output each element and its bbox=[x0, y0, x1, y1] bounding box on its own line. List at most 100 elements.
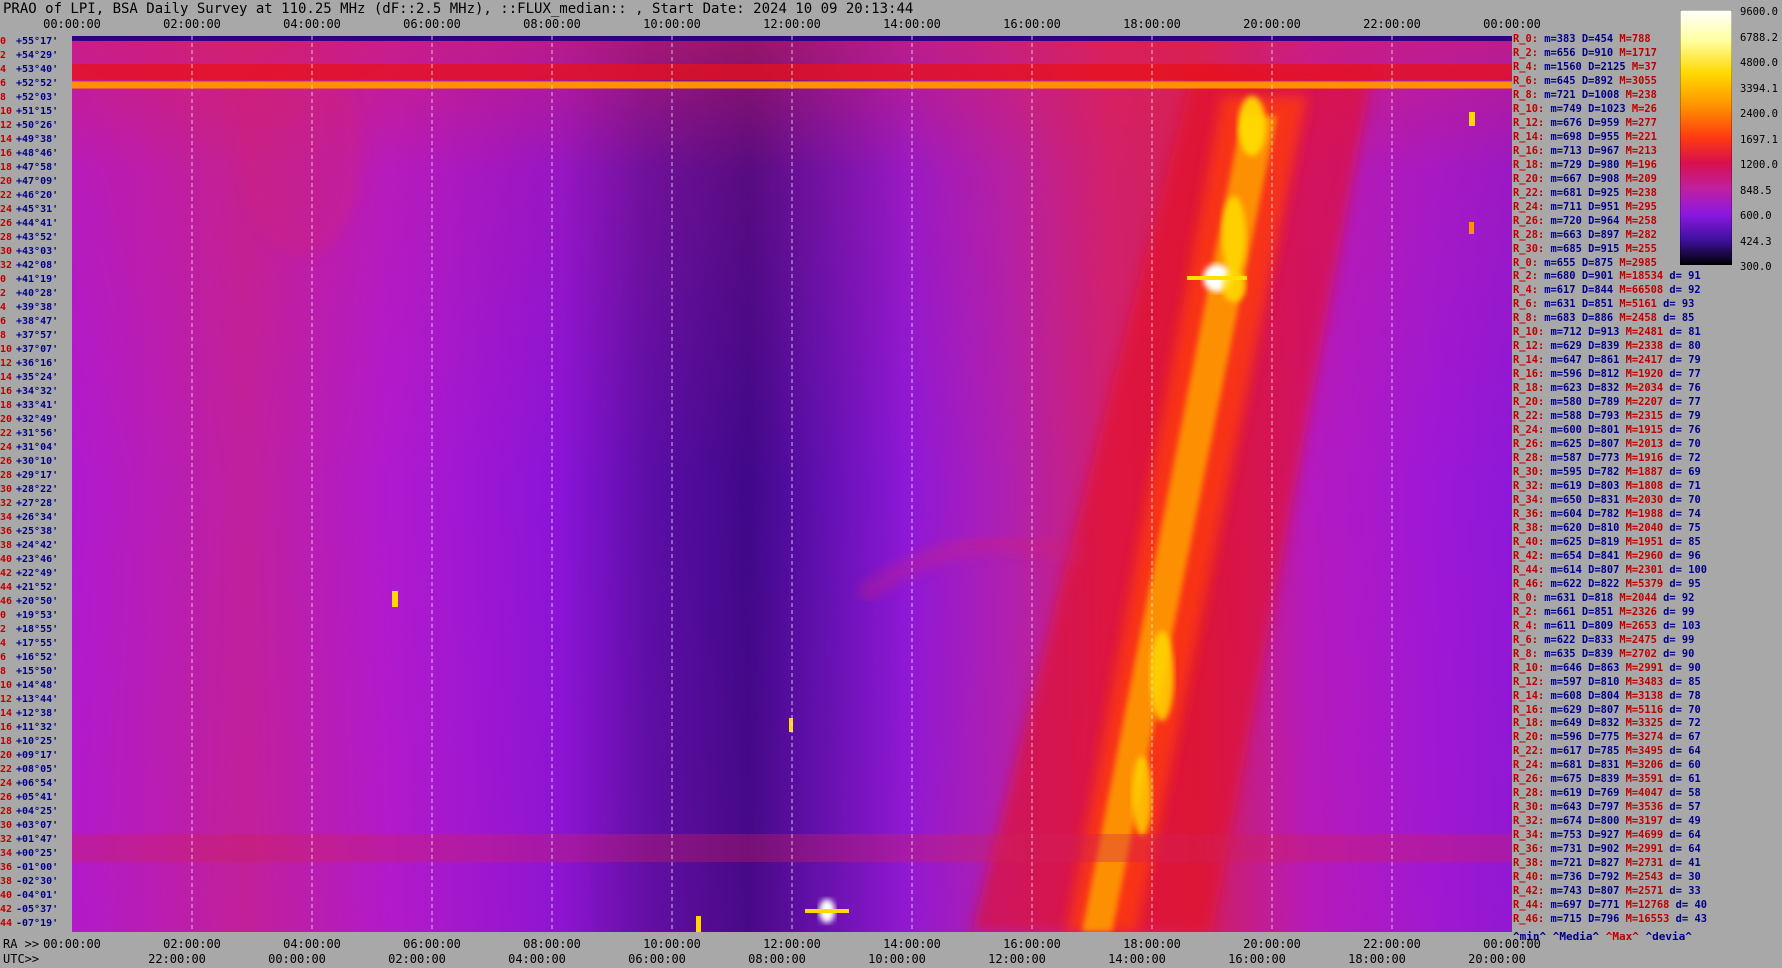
declination-label: +32°49' bbox=[16, 413, 59, 425]
y-tick-label: 36 +25°38' bbox=[0, 526, 72, 537]
row-stat-m: m=676 D=959 bbox=[1550, 116, 1626, 129]
row-stat-m: m=681 D=925 bbox=[1550, 186, 1626, 199]
row-number: 8 bbox=[0, 665, 7, 677]
row-stat-r: R_36: bbox=[1513, 843, 1551, 856]
row-stat-r: R_46: bbox=[1513, 577, 1551, 590]
row-stat-m: m=681 D=831 bbox=[1550, 759, 1626, 772]
x-top-tick-label: 00:00:00 bbox=[1483, 17, 1541, 31]
declination-label: -01°00' bbox=[16, 861, 59, 873]
row-stat-x: M=4699 bbox=[1625, 829, 1670, 842]
row-stat-m: m=622 D=833 bbox=[1544, 633, 1620, 646]
row-stat-x: M=1920 bbox=[1625, 368, 1670, 381]
row-stat-m: m=631 D=851 bbox=[1544, 298, 1620, 311]
declination-label: +46°20' bbox=[16, 189, 59, 201]
declination-label: +04°25' bbox=[16, 805, 59, 817]
row-stat-x: M=213 bbox=[1625, 144, 1657, 157]
row-stat-dev: d= 67 bbox=[1669, 731, 1701, 744]
row-number: 16 bbox=[0, 721, 13, 733]
y-tick-label: 44 +21°52' bbox=[0, 582, 72, 593]
x-bottom-utc-tick-label: 06:00:00 bbox=[628, 952, 686, 966]
y-tick-label: 26 +30°10' bbox=[0, 456, 72, 467]
y-tick-label: 24 +45°31' bbox=[0, 204, 72, 215]
declination-label: +47°58' bbox=[16, 161, 59, 173]
row-stat-x: M=2731 bbox=[1625, 857, 1670, 870]
y-tick-label: 28 +43°52' bbox=[0, 232, 72, 243]
row-stat: R_6: m=622 D=833 M=2475 d= 99 bbox=[1513, 633, 1743, 647]
row-stat-r: R_8: bbox=[1513, 88, 1545, 101]
x-bottom-utc-tick-label: 18:00:00 bbox=[1348, 952, 1406, 966]
declination-label: +42°08' bbox=[16, 259, 59, 271]
row-stat-r: R_24: bbox=[1513, 759, 1551, 772]
row-stat-m: m=656 D=910 bbox=[1544, 46, 1620, 59]
y-tick-label: 34 +00°25' bbox=[0, 848, 72, 859]
declination-label: +19°53' bbox=[16, 609, 59, 621]
row-stat: R_46: m=622 D=822 M=5379 d= 95 bbox=[1513, 577, 1743, 591]
y-tick-label: 8 +15°50' bbox=[0, 666, 72, 677]
row-stat-m: m=753 D=927 bbox=[1550, 829, 1626, 842]
row-stat-dev: d= 64 bbox=[1669, 745, 1701, 758]
y-tick-label: 28 +04°25' bbox=[0, 806, 72, 817]
row-stat-m: m=713 D=967 bbox=[1550, 144, 1626, 157]
row-stat-x: M=1717 bbox=[1619, 46, 1657, 59]
row-number: 8 bbox=[0, 91, 7, 103]
row-stat-x: M=3483 bbox=[1625, 675, 1670, 688]
row-stat-x: M=238 bbox=[1625, 186, 1657, 199]
y-tick-label: 28 +29°17' bbox=[0, 470, 72, 481]
row-stat-m: m=587 D=773 bbox=[1550, 452, 1626, 465]
row-stat-r: R_22: bbox=[1513, 410, 1551, 423]
source-spot bbox=[696, 916, 701, 932]
row-stat-r: R_14: bbox=[1513, 130, 1551, 143]
row-stat-dev: d= 99 bbox=[1663, 633, 1695, 646]
row-stat: R_10: m=646 D=863 M=2991 d= 90 bbox=[1513, 661, 1743, 675]
colorbar-tick-label: 1697.1 bbox=[1740, 133, 1778, 146]
row-stat-x: M=66508 bbox=[1619, 284, 1670, 297]
row-stat: R_14: m=647 D=861 M=2417 d= 79 bbox=[1513, 353, 1743, 367]
y-tick-label: 24 +06°54' bbox=[0, 778, 72, 789]
heatmap-plot[interactable] bbox=[72, 36, 1512, 932]
y-tick-label: 42 +22°49' bbox=[0, 568, 72, 579]
row-number: 4 bbox=[0, 301, 7, 313]
x-top-tick-label: 16:00:00 bbox=[1003, 17, 1061, 31]
row-stat-x: M=295 bbox=[1625, 200, 1657, 213]
row-stat-r: R_10: bbox=[1513, 326, 1551, 339]
row-stat-m: m=646 D=863 bbox=[1550, 661, 1626, 674]
row-stat: R_0: m=655 D=875 M=2985 bbox=[1513, 256, 1743, 270]
row-stat-r: R_16: bbox=[1513, 703, 1551, 716]
row-number: 36 bbox=[0, 525, 13, 537]
row-stat-m: m=580 D=789 bbox=[1550, 396, 1626, 409]
row-stat: R_28: m=587 D=773 M=1916 d= 72 bbox=[1513, 451, 1743, 465]
row-stat-dev: d= 95 bbox=[1669, 577, 1701, 590]
row-stat-x: M=238 bbox=[1625, 88, 1657, 101]
row-stat-m: m=625 D=807 bbox=[1550, 438, 1626, 451]
row-stat-m: m=675 D=839 bbox=[1550, 773, 1626, 786]
row-stat-r: R_42: bbox=[1513, 549, 1551, 562]
row-stat: R_16: m=713 D=967 M=213 bbox=[1513, 144, 1743, 158]
row-number: 28 bbox=[0, 231, 13, 243]
row-stat: R_8: m=635 D=839 M=2702 d= 90 bbox=[1513, 647, 1743, 661]
row-stat-r: R_20: bbox=[1513, 396, 1551, 409]
source-spot bbox=[1469, 112, 1475, 126]
row-stat-r: R_0: bbox=[1513, 591, 1545, 604]
row-stat-dev: d= 70 bbox=[1669, 438, 1701, 451]
row-stat-dev: d= 79 bbox=[1669, 354, 1701, 367]
row-stat: R_28: m=619 D=769 M=4047 d= 58 bbox=[1513, 786, 1743, 800]
row-number: 6 bbox=[0, 651, 7, 663]
row-number: 28 bbox=[0, 805, 13, 817]
row-stat-x: M=2475 bbox=[1619, 633, 1664, 646]
row-stat-dev: d= 72 bbox=[1669, 452, 1701, 465]
row-stat-r: R_20: bbox=[1513, 731, 1551, 744]
row-stat-m: m=749 D=1023 bbox=[1550, 102, 1632, 115]
y-tick-label: 44 -07°19' bbox=[0, 918, 72, 929]
y-tick-label: 2 +18°55' bbox=[0, 624, 72, 635]
row-stat: R_10: m=749 D=1023 M=26 bbox=[1513, 102, 1743, 116]
row-stat-x: M=37 bbox=[1631, 60, 1657, 73]
colorbar-tick-label: 9600.0 bbox=[1740, 6, 1778, 18]
ra-axis-label: RA >> bbox=[3, 937, 40, 951]
row-number: 36 bbox=[0, 861, 13, 873]
row-stat-x: M=26 bbox=[1631, 102, 1657, 115]
row-number: 44 bbox=[0, 917, 13, 929]
row-stat-m: m=667 D=908 bbox=[1550, 172, 1626, 185]
y-tick-label: 22 +31°56' bbox=[0, 428, 72, 439]
row-stat-r: R_26: bbox=[1513, 438, 1551, 451]
y-tick-label: 36 -01°00' bbox=[0, 862, 72, 873]
